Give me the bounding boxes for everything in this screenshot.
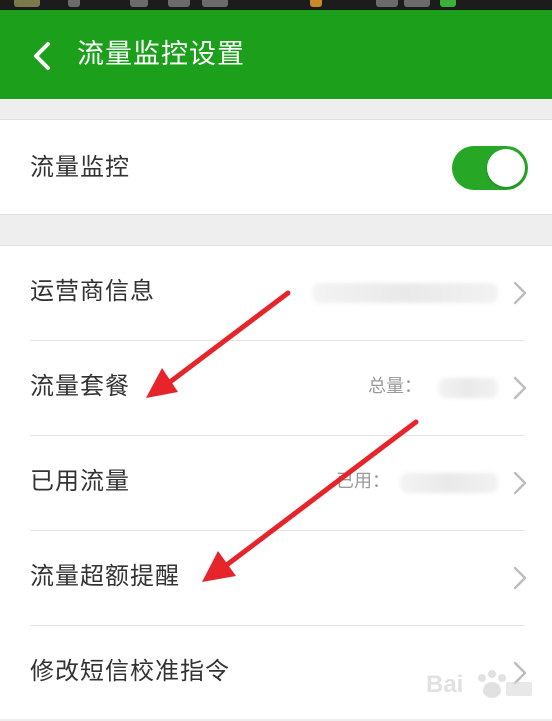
back-button[interactable] <box>24 36 64 76</box>
settings-row-sms-calibration[interactable]: 修改短信校准指令 <box>0 626 552 721</box>
data-plan-value: 总量： <box>368 376 422 397</box>
image-icon <box>202 0 228 7</box>
signal-icon <box>376 0 398 7</box>
settings-list: 运营商信息 流量套餐 总量： 已用流量 已用： 流量超额提醒 修改短信校准指令 <box>0 245 552 719</box>
status-bar <box>0 0 552 10</box>
data-used-value-redacted <box>400 473 498 493</box>
carrier-info-value-redacted <box>312 283 498 303</box>
data-plan-label: 流量套餐 <box>30 372 130 400</box>
chevron-right-icon <box>513 376 527 400</box>
download-icon <box>310 0 322 7</box>
monitor-toggle[interactable] <box>452 146 528 190</box>
app-icon <box>14 0 40 7</box>
toggle-knob <box>487 149 525 187</box>
sms-calibration-label: 修改短信校准指令 <box>30 657 230 685</box>
chevron-left-icon <box>34 42 50 70</box>
usb-icon <box>68 0 80 7</box>
app-bar: 流量监控设置 <box>0 10 552 99</box>
data-used-label: 已用流量 <box>30 467 130 495</box>
chevron-right-icon <box>513 281 527 305</box>
settings-row-overage-reminder[interactable]: 流量超额提醒 <box>0 531 552 626</box>
chevron-right-icon <box>513 471 527 495</box>
data-plan-value-redacted <box>438 378 498 398</box>
monitor-label: 流量监控 <box>30 153 130 181</box>
settings-row-data-plan[interactable]: 流量套餐 总量： <box>0 341 552 436</box>
warning-icon <box>168 0 190 7</box>
alarm-icon <box>130 0 148 7</box>
settings-row-carrier-info[interactable]: 运营商信息 <box>0 246 552 341</box>
chevron-right-icon <box>513 661 527 685</box>
monitor-card: 流量监控 <box>0 119 552 215</box>
section-gap <box>0 99 552 119</box>
overage-reminder-label: 流量超额提醒 <box>30 562 180 590</box>
battery-icon <box>440 0 456 7</box>
network-icon <box>404 0 430 7</box>
monitor-row: 流量监控 <box>0 120 552 215</box>
settings-row-data-used[interactable]: 已用流量 已用： <box>0 436 552 531</box>
page-title: 流量监控设置 <box>77 39 245 70</box>
carrier-info-label: 运营商信息 <box>30 277 155 305</box>
chevron-right-icon <box>513 566 527 590</box>
data-used-value: 已用： <box>336 471 390 492</box>
